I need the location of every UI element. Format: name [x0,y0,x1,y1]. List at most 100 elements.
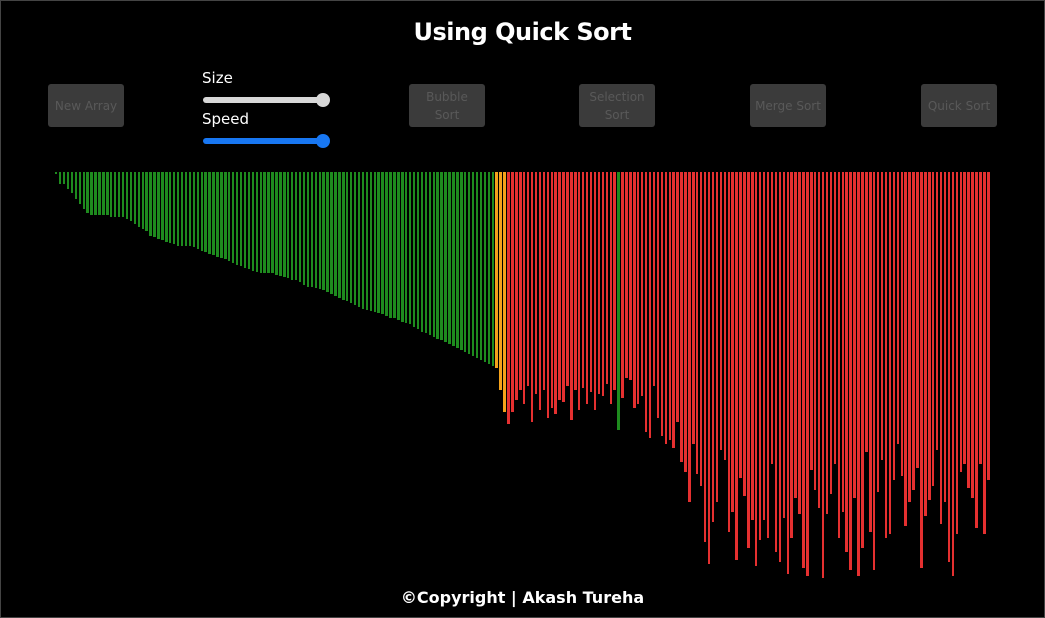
speed-slider-track[interactable] [203,138,324,144]
array-bar [644,172,648,432]
new-array-button[interactable]: New Array [48,84,124,127]
array-bar [275,172,278,275]
selection-sort-button[interactable]: Selection Sort [579,84,655,127]
array-bar [794,172,797,498]
array-bar [452,172,455,346]
array-bar [703,172,707,542]
array-bar [385,172,388,316]
array-bar [534,172,538,394]
array-bar [849,172,852,570]
array-bar [153,172,156,237]
array-bar [530,172,534,422]
array-bar [491,172,494,366]
array-bar [617,172,620,430]
array-bar [460,172,463,350]
merge-sort-button[interactable]: Merge Sort [750,84,826,127]
array-bar [987,172,990,480]
array-bar [102,172,105,215]
array-bar [165,172,168,242]
array-bar [326,172,329,292]
array-bar [283,172,286,277]
array-bar [932,172,935,486]
size-slider[interactable] [203,92,330,108]
array-bar [82,172,85,209]
size-slider-track[interactable] [203,97,324,103]
array-bar [660,172,664,436]
array-bar [562,172,565,402]
array-bar [892,172,896,480]
array-bar [778,172,782,562]
array-bar [648,172,652,438]
array-bar [629,172,632,380]
array-bar [346,172,349,301]
array-bar [188,172,192,246]
array-bar [180,172,184,246]
array-bar [762,172,766,520]
array-bar [585,172,589,404]
array-bar [676,172,679,422]
array-bar [519,172,522,390]
array-bar [251,172,255,271]
array-bar [365,172,369,310]
array-bar [267,172,270,273]
array-bar [70,172,74,193]
array-bar [507,172,510,424]
array-bar [951,172,955,576]
array-bar [169,172,172,243]
array-bar [420,172,424,332]
array-bar [613,172,616,390]
array-bar [448,172,451,344]
array-bar [239,172,243,266]
array-bar [314,172,317,288]
array-bar [802,172,805,568]
array-bar [271,172,274,273]
array-bar [357,172,361,307]
array-bar [161,172,164,240]
array-bar [837,172,841,538]
array-bar [621,172,624,398]
array-bar [833,172,837,464]
array-bar [766,172,770,538]
array-bar [554,172,557,414]
bubble-sort-button[interactable]: Bubble Sort [409,84,485,127]
array-bar [609,172,612,404]
array-bar [334,172,337,296]
array-bar [523,172,526,404]
array-bar [381,172,384,314]
array-bar [184,172,188,246]
speed-slider[interactable] [203,133,330,149]
array-bar [841,172,844,512]
array-bar [920,172,923,568]
array-bar [869,172,872,532]
array-bar [279,172,282,276]
array-bar [117,172,121,217]
array-bar [935,172,939,450]
array-bar [633,172,636,408]
array-bar [581,172,585,388]
array-bar [880,172,884,460]
array-bar [444,172,447,342]
array-bar [208,172,211,254]
array-bar [133,172,137,224]
array-bar [955,172,959,534]
size-slider-thumb[interactable] [316,93,330,107]
array-bar [542,172,546,390]
array-bar [546,172,550,418]
array-bar [487,172,491,364]
array-bar [699,172,703,486]
array-bar [707,172,711,564]
array-bar [176,172,180,246]
array-bar [727,172,730,532]
array-bar [806,172,809,576]
array-bar [747,172,750,548]
array-bar [589,172,593,392]
array-bar [688,172,691,502]
array-bar [436,172,439,339]
array-bar [475,172,479,358]
array-bar [338,172,341,298]
array-bar [558,172,561,400]
array-bar [456,172,459,348]
array-bar [408,172,412,324]
quick-sort-button[interactable]: Quick Sort [921,84,997,127]
speed-slider-thumb[interactable] [316,134,330,148]
